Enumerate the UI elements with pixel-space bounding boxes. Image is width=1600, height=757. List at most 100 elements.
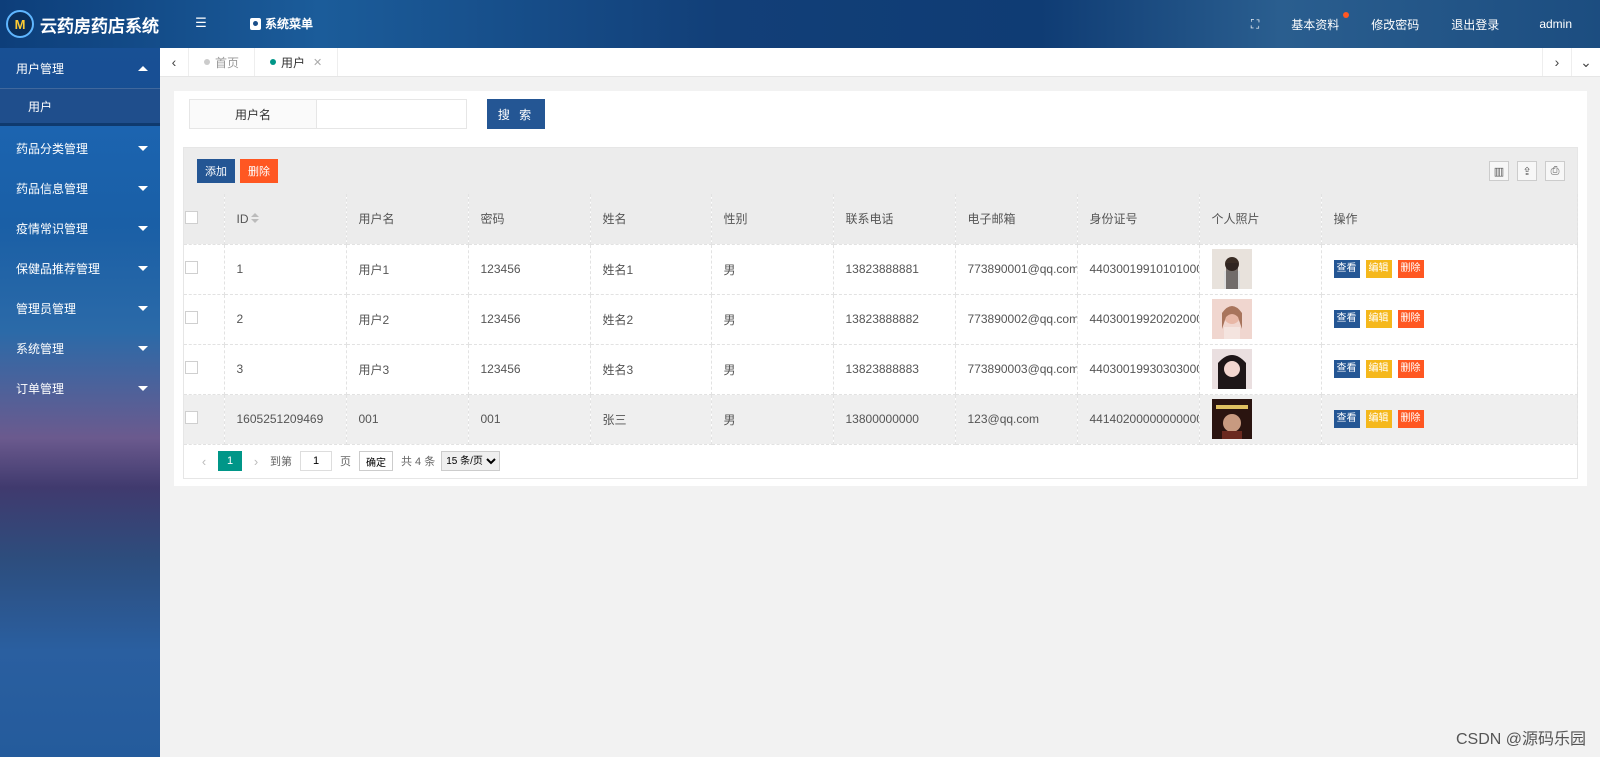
sidebar-group-admin-management[interactable]: 管理员管理 (0, 288, 160, 328)
chevron-down-icon (138, 385, 148, 391)
cell-password: 123456 (468, 294, 591, 345)
chevron-down-icon (138, 305, 148, 311)
cell-actions: 查看 编辑 删除 (1321, 244, 1578, 295)
page-unit-label: 页 (340, 456, 351, 468)
chevron-down-icon (138, 185, 148, 191)
cell-username: 用户1 (346, 244, 469, 295)
app-title: 云药房药店系统 (40, 16, 159, 37)
print-icon[interactable]: ⎙ (1545, 161, 1565, 181)
edit-button[interactable]: 编辑 (1365, 410, 1392, 428)
sidebar: 用户管理 用户 药品分类管理 药品信息管理 疫情常识管理 保健品推荐管理 管理员… (0, 48, 160, 757)
page-number-current[interactable]: 1 (218, 451, 242, 471)
cell-name: 张三 (590, 394, 712, 445)
delete-button[interactable]: 删除 (1397, 310, 1424, 328)
cell-idcard: 440300199303030003 (1077, 344, 1200, 395)
chevron-right-icon[interactable]: › (1542, 48, 1571, 76)
row-checkbox[interactable] (185, 311, 198, 324)
logo-icon: M (6, 10, 34, 38)
cell-photo (1199, 244, 1322, 295)
cell-gender: 男 (711, 344, 834, 395)
search-button[interactable]: 搜 索 (487, 99, 545, 129)
view-button[interactable]: 查看 (1333, 260, 1360, 278)
row-checkbox[interactable] (185, 411, 198, 424)
row-checkbox[interactable] (185, 261, 198, 274)
sidebar-group-user-management[interactable]: 用户管理 (0, 48, 160, 88)
top-header: M 云药房药店系统 ☰ 系统菜单 ⛶ 基本资料 修改密码 退出登录 admin (0, 0, 1600, 48)
notification-dot (1343, 11, 1350, 18)
select-all-checkbox[interactable] (185, 210, 198, 224)
change-password-link[interactable]: 修改密码 (1355, 16, 1435, 33)
toolbar-icons: ▥ ⇪ ⎙ (1481, 161, 1565, 181)
row-checkbox[interactable] (185, 361, 198, 374)
user-account-menu[interactable]: admin (1515, 17, 1600, 31)
delete-button[interactable]: 删除 (1397, 410, 1424, 428)
col-photo: 个人照片 (1199, 194, 1322, 245)
tab-home[interactable]: 首页 (189, 48, 256, 76)
tab-dot-icon (270, 59, 277, 65)
cell-username: 001 (346, 394, 469, 445)
logout-link[interactable]: 退出登录 (1435, 16, 1515, 33)
profile-link[interactable]: 基本资料 (1275, 11, 1355, 33)
chevron-left-icon[interactable]: ‹ (194, 454, 214, 469)
table-toolbar: 添加 删除 ▥ ⇪ ⎙ (184, 148, 1577, 194)
table-row: 1605251209469 001 001 张三 男 13800000000 1… (184, 394, 1578, 445)
chevron-right-icon[interactable]: › (246, 454, 266, 469)
menu-icon (250, 17, 261, 30)
cell-username: 用户3 (346, 344, 469, 395)
view-button[interactable]: 查看 (1333, 310, 1360, 328)
chevron-left-icon[interactable]: ‹ (160, 48, 189, 76)
avatar[interactable] (1211, 249, 1252, 289)
fullscreen-icon[interactable]: ⛶ (1235, 17, 1275, 32)
add-button[interactable]: 添加 (197, 159, 235, 183)
chevron-down-icon[interactable]: ⌄ (1571, 48, 1600, 76)
export-icon[interactable]: ⇪ (1517, 161, 1537, 181)
edit-button[interactable]: 编辑 (1365, 260, 1392, 278)
tabs-bar: ‹ 首页 用户 ✕ › ⌄ (160, 48, 1600, 77)
page-jump-input[interactable] (300, 451, 332, 471)
close-icon[interactable]: ✕ (313, 56, 322, 69)
table-header-row: ID 用户名 密码 姓名 性别 联系电话 电子邮箱 身份证号 个人照片 操作 (184, 194, 1578, 245)
sidebar-group-drug-category[interactable]: 药品分类管理 (0, 128, 160, 168)
avatar[interactable] (1211, 349, 1252, 389)
cell-id: 2 (224, 294, 347, 345)
system-menu-button[interactable]: 系统菜单 (250, 15, 313, 32)
username-search-input[interactable] (317, 99, 467, 129)
page-jump-button[interactable]: 确定 (359, 451, 393, 471)
col-id[interactable]: ID (224, 194, 347, 245)
view-button[interactable]: 查看 (1333, 410, 1360, 428)
cell-username: 用户2 (346, 294, 469, 345)
view-button[interactable]: 查看 (1333, 360, 1360, 378)
columns-filter-icon[interactable]: ▥ (1489, 161, 1509, 181)
col-username: 用户名 (346, 194, 469, 245)
avatar[interactable] (1211, 399, 1252, 439)
tab-users[interactable]: 用户 ✕ (255, 48, 339, 76)
delete-button[interactable]: 删除 (1397, 260, 1424, 278)
col-email: 电子邮箱 (955, 194, 1078, 245)
user-table: ID 用户名 密码 姓名 性别 联系电话 电子邮箱 身份证号 个人照片 操作 1… (184, 194, 1578, 445)
avatar[interactable] (1211, 299, 1252, 339)
sidebar-group-order-management[interactable]: 订单管理 (0, 368, 160, 408)
goto-label: 到第 (270, 456, 292, 468)
col-idcard: 身份证号 (1077, 194, 1200, 245)
sidebar-group-epidemic-knowledge[interactable]: 疫情常识管理 (0, 208, 160, 248)
cell-password: 001 (468, 394, 591, 445)
batch-delete-button[interactable]: 删除 (240, 159, 278, 183)
system-menu-label: 系统菜单 (265, 17, 314, 31)
cell-idcard: 440300199101010001 (1077, 244, 1200, 295)
sidebar-item-users[interactable]: 用户 (0, 88, 160, 126)
cell-name: 姓名2 (590, 294, 712, 345)
sidebar-group-system-management[interactable]: 系统管理 (0, 328, 160, 368)
cell-password: 123456 (468, 344, 591, 395)
sidebar-group-health-products[interactable]: 保健品推荐管理 (0, 248, 160, 288)
sidebar-group-drug-info[interactable]: 药品信息管理 (0, 168, 160, 208)
pagination: ‹ 1 › 到第 页 确定 共 4 条 15 条/页 (184, 444, 501, 478)
cell-id: 3 (224, 344, 347, 395)
sidebar-toggle-icon[interactable]: ☰ (193, 15, 209, 31)
cell-photo (1199, 344, 1322, 395)
page-size-select[interactable]: 15 条/页 (441, 451, 501, 471)
edit-button[interactable]: 编辑 (1365, 310, 1392, 328)
cell-gender: 男 (711, 244, 834, 295)
edit-button[interactable]: 编辑 (1365, 360, 1392, 378)
delete-button[interactable]: 删除 (1397, 360, 1424, 378)
chevron-down-icon (138, 265, 148, 271)
